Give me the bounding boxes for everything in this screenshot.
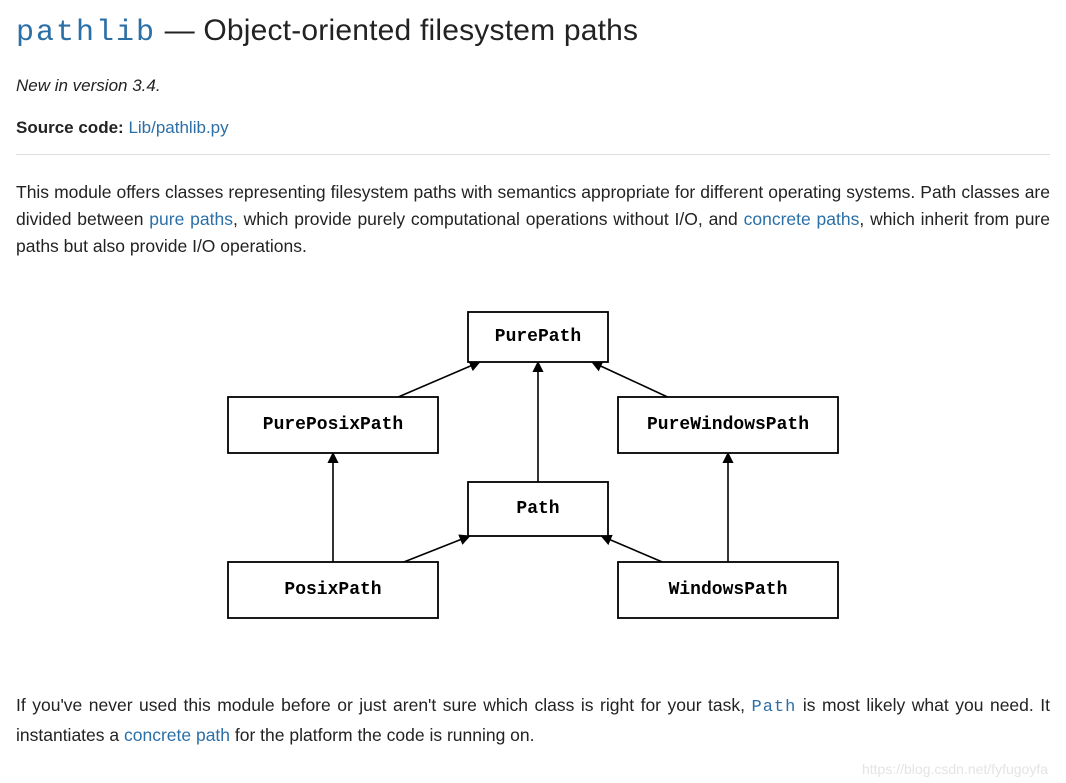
p1-b: , which provide purely computational ope… [233,209,744,229]
divider [16,154,1050,155]
concrete-paths-link[interactable]: concrete paths [744,209,860,229]
advice-paragraph: If you've never used this module before … [16,692,1050,748]
title-dash: — [156,14,203,47]
intro-paragraph: This module offers classes representing … [16,179,1050,260]
path-class-ref: Path [752,698,797,717]
pure-paths-link[interactable]: pure paths [149,209,233,229]
source-label: Source code: [16,118,124,137]
watermark: https://blog.csdn.net/fyfugoyfa [862,761,1048,777]
hierarchy-svg: PurePath PurePosixPath PureWindowsPath Path… [158,302,908,632]
class-label-purewindowspath: PureWindowsPath [647,415,809,435]
version-note: New in version 3.4. [16,76,1050,96]
concrete-path-link[interactable]: concrete path [124,725,230,745]
inherits-arrow [592,362,668,397]
p2-a: If you've never used this module before … [16,695,752,715]
class-label-purepath: PurePath [495,327,581,347]
class-hierarchy-diagram: PurePath PurePosixPath PureWindowsPath Path… [16,302,1050,632]
module-name: pathlib [16,16,156,50]
inherits-arrow [398,362,480,397]
page-title: pathlib — Object-oriented filesystem pat… [16,14,1050,50]
title-rest: Object-oriented filesystem paths [203,14,638,47]
inherits-arrow [404,536,470,562]
p2-c: for the platform the code is running on. [230,725,534,745]
inherits-arrow [601,536,662,562]
class-label-pureposixpath: PurePosixPath [263,415,403,435]
class-label-path: Path [516,499,559,519]
class-label-windowspath: WindowsPath [669,580,788,600]
class-label-posixpath: PosixPath [284,580,381,600]
source-line: Source code: Lib/pathlib.py [16,118,1050,138]
source-link[interactable]: Lib/pathlib.py [128,118,228,137]
